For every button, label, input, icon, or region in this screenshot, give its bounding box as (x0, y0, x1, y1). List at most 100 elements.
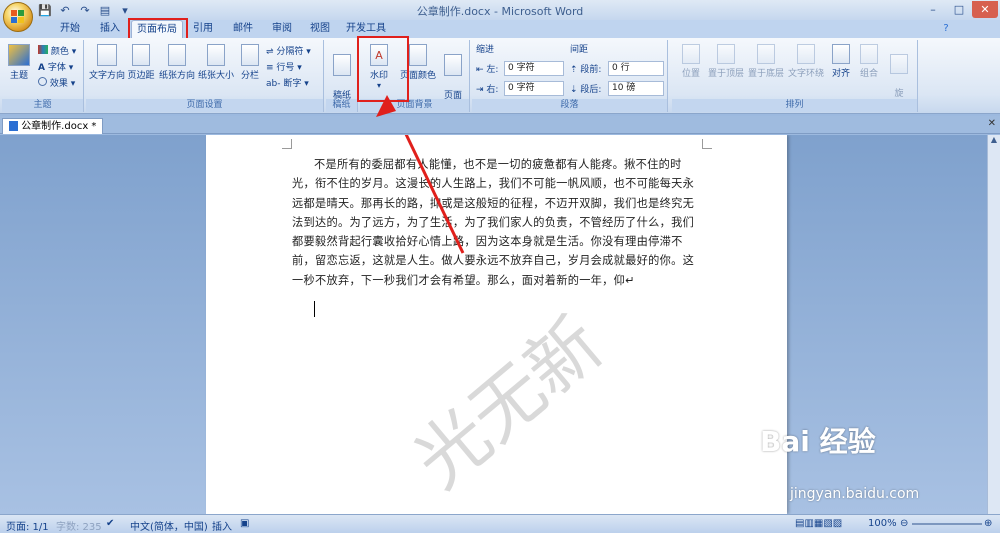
align-icon (832, 44, 850, 64)
text-direction-icon (97, 44, 117, 66)
redo-icon[interactable]: ↷ (78, 3, 92, 17)
indent-left-input[interactable]: 0 字符 (504, 61, 564, 76)
theme-button[interactable]: 主题 (6, 44, 32, 81)
tab-mailings[interactable]: 邮件 (226, 20, 260, 38)
macro-record-icon[interactable]: ▣ (240, 518, 249, 529)
zoom-slider[interactable] (912, 523, 982, 525)
theme-effects-button[interactable]: 效果 ▾ (38, 76, 75, 89)
arrow-head-icon (376, 95, 396, 117)
page-borders-icon (444, 54, 462, 76)
theme-icon (8, 44, 30, 66)
zoom-out-icon[interactable]: ⊖ (900, 518, 908, 529)
colors-icon (38, 45, 48, 54)
close-doc-icon[interactable]: ✕ (988, 118, 996, 129)
title-bar: 公章制作.docx - Microsoft Word 💾 ↶ ↷ ▤ ▾ – □… (0, 0, 1000, 20)
paragraph-group-label: 段落 (472, 99, 667, 112)
send-to-back-icon (757, 44, 775, 64)
window-controls: – □ ✕ (920, 1, 998, 18)
window-title: 公章制作.docx - Microsoft Word (416, 5, 584, 18)
baidu-url: jingyan.baidu.com (790, 486, 920, 502)
paragraph-group: 缩进 ⇤ 左: 0 字符 ⇥ 右: 0 字符 间距 ⇡ 段前: 0 行 ⇣ 段后… (472, 40, 668, 112)
line-numbers-button[interactable]: ≡ 行号 ▾ (266, 60, 302, 73)
spacing-after-label: ⇣ 段后: (570, 85, 602, 95)
indent-right-icon: ⇥ (476, 85, 484, 95)
hyphenation-icon: ab- (266, 79, 281, 89)
fonts-icon: A (38, 63, 45, 73)
draft-paper-icon (333, 54, 351, 76)
vertical-scrollbar[interactable]: ▲ (987, 135, 1000, 514)
draft-group: 稿纸 设置 稿纸 (326, 40, 358, 114)
bring-to-front-icon (717, 44, 735, 64)
page-color-icon (409, 44, 427, 66)
rotate-icon (890, 54, 908, 74)
text-wrap-button[interactable]: 文字环绕 (786, 44, 826, 79)
customize-qat-icon[interactable]: ▾ (118, 3, 132, 17)
tab-view[interactable]: 视图 (303, 20, 337, 38)
language-status[interactable]: 中文(简体，中国) (130, 518, 208, 533)
maximize-button[interactable]: □ (946, 1, 972, 18)
margins-icon (132, 44, 150, 66)
indent-left-label: ⇤ 左: (476, 65, 499, 75)
view-buttons[interactable]: ▤▥▦▧▨ (795, 518, 842, 529)
hyphenation-button[interactable]: ab- 断字 ▾ (266, 76, 309, 89)
spacing-after-input[interactable]: 10 磅 (608, 81, 664, 96)
office-button[interactable] (3, 2, 33, 32)
insert-mode-status[interactable]: 插入 (212, 518, 232, 533)
arrange-group: 位置 置于顶层 置于底层 文字环绕 对齐 组合 旋 转 排列 (672, 40, 918, 112)
position-button[interactable]: 位置 (676, 44, 706, 79)
tab-home[interactable]: 开始 (52, 20, 88, 38)
bring-to-front-button[interactable]: 置于顶层 (706, 44, 746, 79)
spacing-before-input[interactable]: 0 行 (608, 61, 664, 76)
margins-button[interactable]: 页边距 (126, 44, 156, 81)
status-bar: 页面: 1/1 字数: 235 ✔ 中文(简体，中国) 插入 ▣ ▤▥▦▧▨ 1… (0, 514, 1000, 533)
minimize-button[interactable]: – (920, 1, 946, 18)
breaks-button[interactable]: ⇌ 分隔符 ▾ (266, 44, 311, 57)
spelling-check-icon[interactable]: ✔ (106, 518, 114, 529)
theme-fonts-button[interactable]: A 字体 ▾ (38, 60, 73, 73)
baidu-logo: Bai 经验 (760, 425, 876, 458)
indent-left-icon: ⇤ (476, 65, 484, 75)
indent-heading: 缩进 (476, 45, 495, 55)
align-button[interactable]: 对齐 (828, 44, 854, 79)
send-to-back-button[interactable]: 置于底层 (746, 44, 786, 79)
scroll-up-icon[interactable]: ▲ (988, 135, 1000, 144)
orientation-button[interactable]: 纸张方向 (158, 44, 196, 81)
spacing-before-icon: ⇡ (570, 65, 578, 75)
zoom-level[interactable]: 100% (868, 518, 897, 529)
ribbon: 主题 颜色 ▾ A 字体 ▾ 效果 ▾ 主题 文字方向 页边距 纸张方向 纸张大… (0, 38, 1000, 114)
group-button[interactable]: 组合 (856, 44, 882, 79)
size-button[interactable]: 纸张大小 (196, 44, 236, 81)
theme-group: 主题 颜色 ▾ A 字体 ▾ 效果 ▾ 主题 (2, 40, 84, 112)
help-icon[interactable]: ? (938, 20, 954, 38)
page-setup-group-label: 页面设置 (86, 99, 323, 112)
indent-right-label: ⇥ 右: (476, 85, 499, 95)
close-button[interactable]: ✕ (972, 1, 998, 18)
word-doc-icon (9, 121, 18, 131)
columns-button[interactable]: 分栏 (238, 44, 262, 81)
line-numbers-icon: ≡ (266, 63, 274, 73)
effects-icon (38, 77, 47, 86)
office-logo-icon (11, 10, 25, 24)
save-icon[interactable]: 💾 (38, 3, 52, 17)
zoom-in-icon[interactable]: ⊕ (984, 518, 992, 529)
page-setup-group: 文字方向 页边距 纸张方向 纸张大小 分栏 ⇌ 分隔符 ▾ ≡ 行号 ▾ ab-… (86, 40, 324, 112)
word-count[interactable]: 字数: 235 (56, 518, 102, 533)
indent-right-input[interactable]: 0 字符 (504, 81, 564, 96)
print-preview-icon[interactable]: ▤ (98, 3, 112, 17)
theme-group-label: 主题 (2, 99, 83, 112)
breaks-icon: ⇌ (266, 47, 274, 57)
theme-colors-button[interactable]: 颜色 ▾ (38, 44, 76, 57)
undo-icon[interactable]: ↶ (58, 3, 72, 17)
tab-review[interactable]: 审阅 (265, 20, 299, 38)
page-count[interactable]: 页面: 1/1 (6, 518, 49, 533)
text-wrap-icon (797, 44, 815, 64)
document-tab[interactable]: 公章制作.docx * (2, 118, 104, 134)
orientation-icon (168, 44, 186, 66)
text-direction-button[interactable]: 文字方向 (88, 44, 126, 81)
columns-icon (241, 44, 259, 66)
position-icon (682, 44, 700, 64)
tab-insert[interactable]: 插入 (92, 20, 128, 38)
draft-group-label: 稿纸 (326, 99, 357, 112)
highlight-page-layout-tab (128, 18, 188, 40)
tab-references[interactable]: 引用 (186, 20, 220, 38)
